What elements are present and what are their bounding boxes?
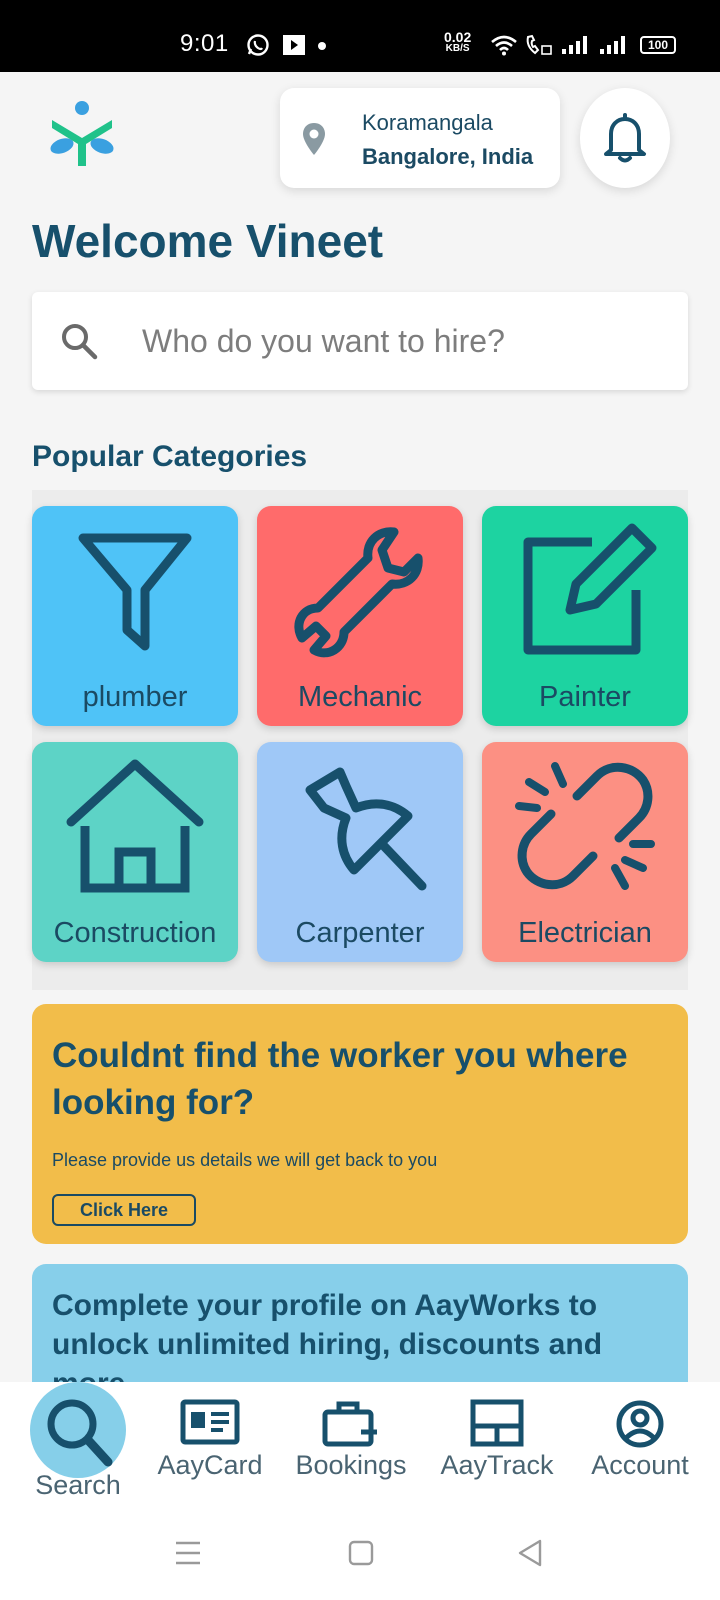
- home-icon[interactable]: [348, 1540, 374, 1566]
- bottom-navigation: Search AayCard Bookings AayTrack Account: [0, 1382, 720, 1522]
- edit-icon: [523, 523, 657, 655]
- briefcase-icon: [322, 1401, 377, 1447]
- whatsapp-icon: [247, 34, 269, 56]
- media-notification-icon: [283, 35, 305, 55]
- search-icon: [47, 1399, 113, 1467]
- category-carpenter[interactable]: Carpenter: [257, 742, 463, 962]
- category-electrician[interactable]: Electrician: [482, 742, 688, 962]
- nav-account[interactable]: Account: [580, 1398, 700, 1481]
- category-plumber[interactable]: plumber: [32, 506, 238, 726]
- banner-subtitle: Please provide us details we will get ba…: [52, 1150, 438, 1170]
- location-city: Bangalore, India: [362, 144, 534, 169]
- layout-icon: [470, 1399, 524, 1447]
- search-icon: [62, 324, 98, 360]
- signal-icon: [600, 36, 625, 54]
- category-construction[interactable]: Construction: [32, 742, 238, 962]
- status-bar: 9:01 0.02 KB/S 100: [0, 0, 720, 72]
- notifications-button[interactable]: [580, 88, 670, 188]
- banner-title: Couldnt find the worker you where lookin…: [52, 1036, 628, 1122]
- nav-label: AayCard: [157, 1450, 263, 1480]
- category-label: Painter: [539, 681, 631, 713]
- funnel-icon: [78, 533, 192, 651]
- bell-icon: [604, 113, 646, 163]
- search-bar[interactable]: [32, 292, 688, 390]
- nav-bookings[interactable]: Bookings: [286, 1398, 416, 1481]
- battery-indicator: 100: [640, 36, 676, 54]
- nav-label: Bookings: [295, 1450, 407, 1480]
- nav-search[interactable]: Search: [26, 1394, 130, 1501]
- click-here-button[interactable]: Click Here: [52, 1194, 196, 1226]
- nav-label: AayTrack: [440, 1450, 554, 1480]
- app-logo: [50, 101, 114, 166]
- broken-link-icon: [515, 762, 655, 890]
- category-label: Carpenter: [295, 917, 425, 949]
- worker-request-banner: Couldnt find the worker you where lookin…: [32, 1004, 688, 1244]
- search-input[interactable]: [142, 316, 662, 366]
- category-mechanic[interactable]: Mechanic: [257, 506, 463, 726]
- account-icon: [616, 1400, 664, 1448]
- nav-label: Search: [35, 1470, 121, 1500]
- category-label: Construction: [53, 917, 217, 949]
- volte-call-icon: [526, 34, 552, 55]
- popular-categories-heading: Popular Categories: [32, 440, 308, 473]
- status-time: 9:01: [180, 30, 229, 57]
- nav-aaytrack[interactable]: AayTrack: [432, 1398, 562, 1481]
- network-speed: 0.02 KB/S: [444, 29, 472, 54]
- id-card-icon: [180, 1399, 240, 1445]
- category-painter[interactable]: Painter: [482, 506, 688, 726]
- pushpin-icon: [305, 767, 427, 891]
- wrench-icon: [294, 527, 423, 658]
- system-navigation-bar: [0, 1522, 720, 1600]
- back-icon[interactable]: [516, 1538, 544, 1568]
- welcome-heading: Welcome Vineet: [32, 215, 384, 267]
- location-selector[interactable]: Koramangala Bangalore, India: [280, 88, 560, 188]
- category-label: plumber: [82, 681, 188, 713]
- menu-icon[interactable]: [174, 1540, 202, 1566]
- wifi-icon: [491, 35, 517, 56]
- signal-icon: [562, 36, 587, 54]
- house-icon: [66, 759, 204, 893]
- notification-dot: [318, 42, 326, 50]
- location-area: Koramangala: [362, 110, 493, 135]
- nav-label: Account: [591, 1450, 689, 1480]
- nav-aaycard[interactable]: AayCard: [150, 1398, 270, 1481]
- category-label: Electrician: [518, 917, 652, 949]
- category-label: Mechanic: [297, 681, 423, 713]
- location-pin-icon: [303, 123, 325, 155]
